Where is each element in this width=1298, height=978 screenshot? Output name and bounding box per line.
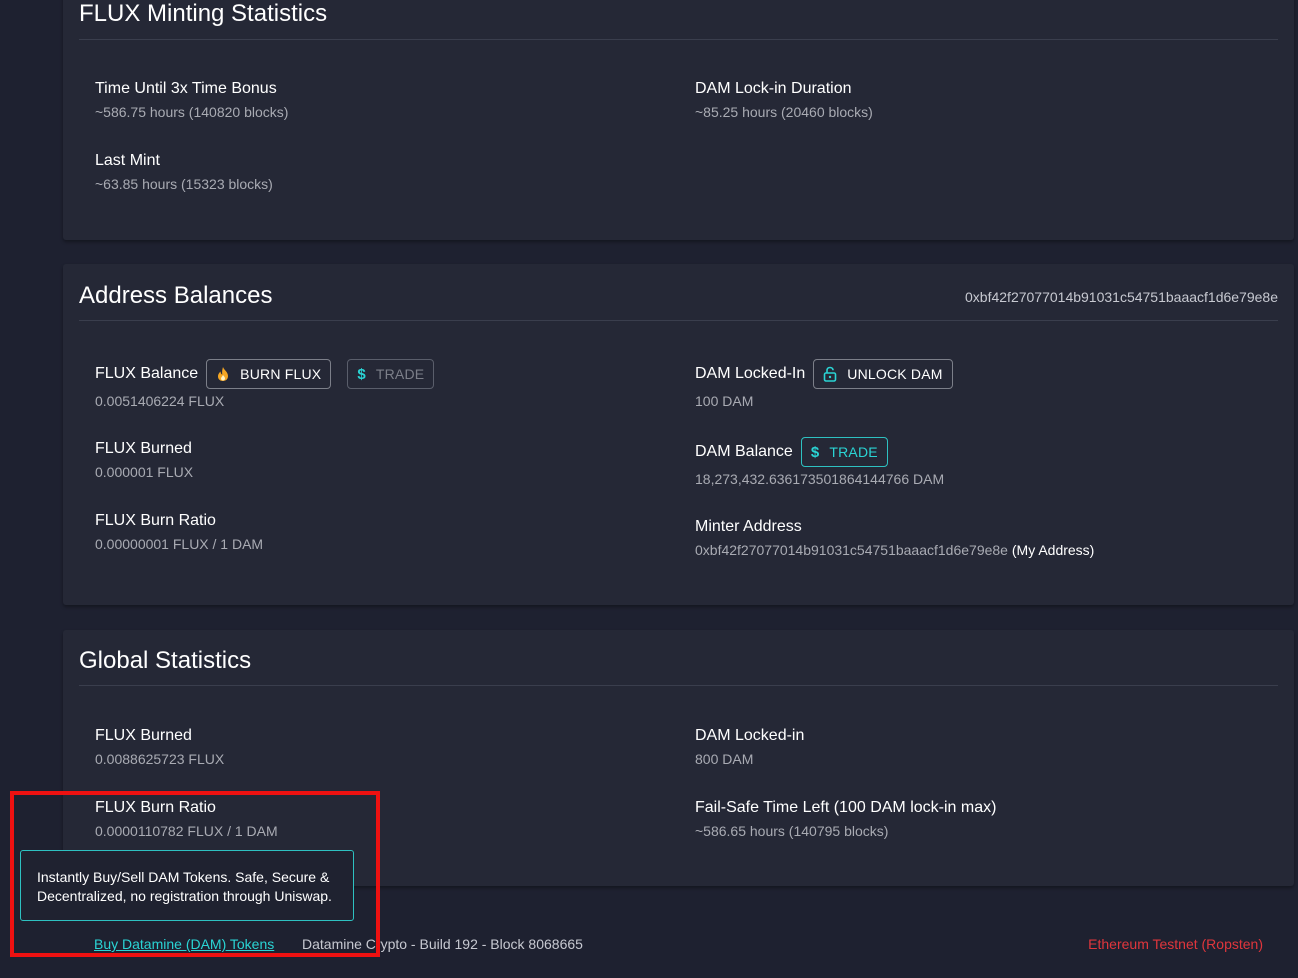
minting-statistics-card: FLUX Minting Statistics Time Until 3x Ti…: [63, 0, 1294, 240]
stat-label: DAM Locked-in: [695, 727, 805, 744]
my-address-tag: (My Address): [1011, 542, 1095, 558]
build-info: Datamine Crypto - Build 192 - Block 8068…: [302, 936, 583, 952]
unlock-icon: [823, 366, 837, 382]
stat-label: FLUX Burn Ratio: [95, 799, 216, 816]
card-address: 0xbf42f27077014b91031c54751baaacf1d6e79e…: [965, 289, 1278, 305]
stat-global-flux-burn-ratio: FLUX Burn Ratio 0.0000110782 FLUX / 1 DA…: [95, 799, 278, 839]
dam-trade-label: TRADE: [829, 444, 878, 460]
stat-flux-burn-ratio: FLUX Burn Ratio 0.00000001 FLUX / 1 DAM: [95, 512, 263, 552]
stat-value: ~85.25 hours (20460 blocks): [695, 104, 873, 120]
flux-trade-label: TRADE: [375, 366, 425, 382]
stat-value: 18,273,432.636173501864144766 DAM: [695, 471, 945, 487]
stat-flux-burned: FLUX Burned 0.000001 FLUX: [95, 440, 193, 480]
minter-address-value: 0xbf42f27077014b91031c54751baaacf1d6e79e…: [695, 542, 1008, 558]
stat-failsafe-time: Fail-Safe Time Left (100 DAM lock-in max…: [695, 799, 996, 839]
global-statistics-title: Global Statistics: [79, 647, 252, 674]
stat-value: 100 DAM: [695, 393, 754, 409]
stat-value: 0.000001 FLUX: [95, 464, 194, 480]
dollar-icon: $: [357, 365, 366, 383]
global-statistics-card: Global Statistics FLUX Burned 0.00886257…: [63, 630, 1294, 886]
stat-label: DAM Lock-in Duration: [695, 80, 852, 97]
stat-time-bonus: Time Until 3x Time Bonus ~586.75 hours (…: [95, 80, 288, 120]
stat-label: FLUX Balance: [95, 365, 199, 382]
stat-lockin-duration: DAM Lock-in Duration ~85.25 hours (20460…: [695, 80, 873, 120]
minting-divider: [79, 39, 1278, 40]
stat-minter-address: Minter Address 0xbf42f27077014b91031c547…: [695, 518, 1094, 558]
stat-value: 0.00000001 FLUX / 1 DAM: [95, 536, 264, 552]
stat-label: FLUX Burned: [95, 440, 192, 457]
buy-dam-link[interactable]: Buy Datamine (DAM) Tokens: [94, 936, 274, 952]
stat-flux-balance: FLUX Balance BURN FLUX $ TRADE 0.0051406…: [95, 359, 435, 409]
address-balances-title: Address Balances: [79, 282, 273, 309]
balances-divider: [79, 320, 1278, 321]
fire-icon: [216, 366, 230, 382]
uniswap-tooltip: Instantly Buy/Sell DAM Tokens. Safe, Sec…: [20, 850, 354, 921]
stat-value: ~586.65 hours (140795 blocks): [695, 823, 889, 839]
address-balances-card: Address Balances 0xbf42f27077014b91031c5…: [63, 264, 1294, 605]
flux-trade-button[interactable]: $ TRADE: [347, 359, 435, 389]
stat-last-mint: Last Mint ~63.85 hours (15323 blocks): [95, 152, 273, 192]
dam-trade-button[interactable]: $ TRADE: [800, 437, 888, 467]
stat-value: 0.0000110782 FLUX / 1 DAM: [95, 823, 278, 839]
stat-value: 800 DAM: [695, 751, 754, 767]
stat-dam-locked-in: DAM Locked-In UNLOCK DAM 100 DAM: [695, 359, 953, 409]
stat-label: FLUX Burned: [95, 727, 192, 744]
stat-label: Fail-Safe Time Left (100 DAM lock-in max…: [695, 799, 997, 816]
stat-global-dam-locked: DAM Locked-in 800 DAM: [695, 727, 804, 767]
stat-value: ~63.85 hours (15323 blocks): [95, 176, 273, 192]
burn-flux-button[interactable]: BURN FLUX: [206, 359, 332, 389]
network-indicator: Ethereum Testnet (Ropsten): [1088, 936, 1263, 952]
stat-label: Minter Address: [695, 518, 802, 535]
stat-global-flux-burned: FLUX Burned 0.0088625723 FLUX: [95, 727, 224, 767]
stat-label: Time Until 3x Time Bonus: [95, 80, 277, 97]
unlock-dam-button[interactable]: UNLOCK DAM: [813, 359, 953, 389]
minting-statistics-title: FLUX Minting Statistics: [79, 0, 328, 27]
stat-label: FLUX Burn Ratio: [95, 512, 216, 529]
stat-dam-balance: DAM Balance $ TRADE 18,273,432.636173501…: [695, 437, 944, 487]
burn-flux-label: BURN FLUX: [240, 366, 322, 382]
stat-label: DAM Balance: [695, 443, 793, 460]
unlock-dam-label: UNLOCK DAM: [847, 366, 943, 382]
stat-value: ~586.75 hours (140820 blocks): [95, 104, 289, 120]
stat-label: DAM Locked-In: [695, 365, 806, 382]
stat-value: 0.0088625723 FLUX: [95, 751, 225, 767]
dollar-icon: $: [810, 443, 820, 461]
stat-label: Last Mint: [95, 152, 160, 169]
stat-value: 0.0051406224 FLUX: [95, 393, 225, 409]
global-divider: [79, 685, 1278, 686]
